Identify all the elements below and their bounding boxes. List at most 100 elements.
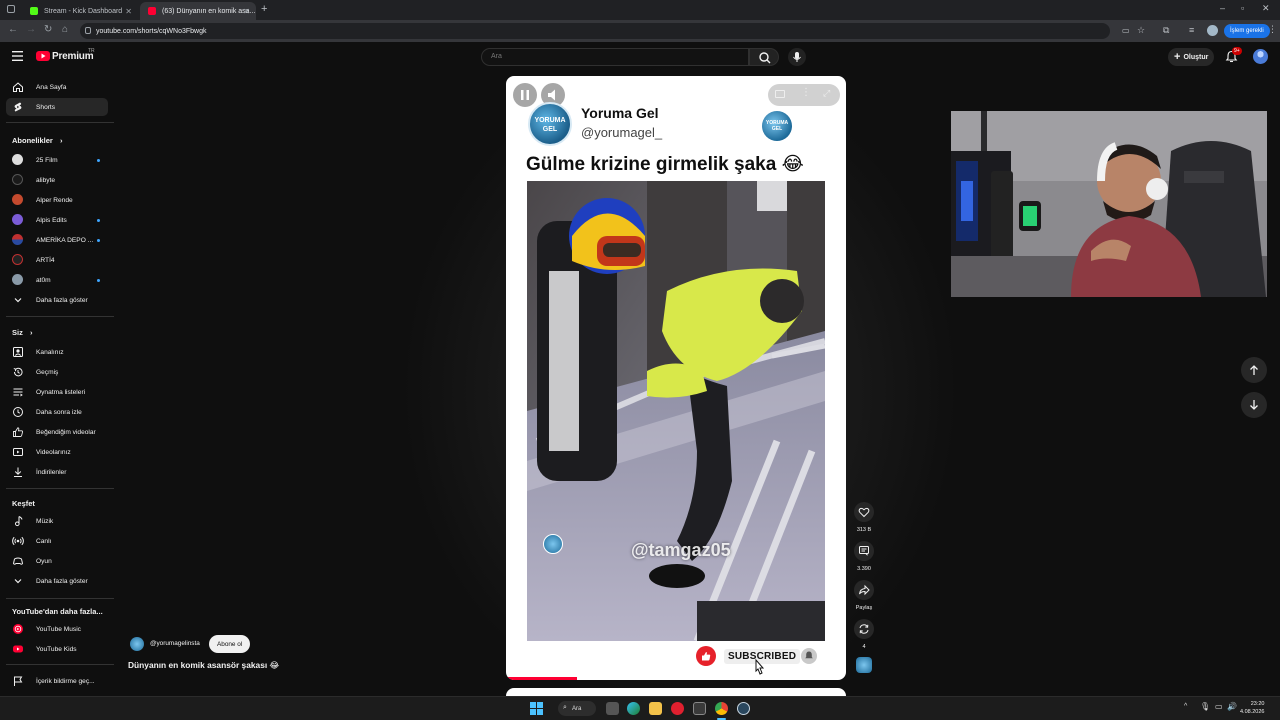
url-field[interactable]: youtube.com/shorts/cqWNo3Fbwgk ▭ ☆ <box>80 23 1145 39</box>
subscribe-button[interactable]: Abone ol <box>209 635 251 653</box>
network-icon[interactable]: ▭ <box>1215 702 1223 711</box>
youtube-logo-icon[interactable] <box>36 51 50 61</box>
extensions-icon[interactable]: ⧉ <box>1163 25 1169 36</box>
tab-youtube-short[interactable]: (63) Dünyanın en komik asa... ✕ <box>140 2 256 20</box>
sidebar-item-label: İçerik bildirme geç... <box>36 677 95 685</box>
bookmark-star-icon[interactable]: ☆ <box>1137 25 1145 36</box>
fullscreen-icon[interactable]: ⤢ <box>823 88 830 99</box>
channel-avatar <box>12 274 23 285</box>
comments-button[interactable] <box>854 541 874 561</box>
task-view-icon[interactable] <box>606 702 619 715</box>
menu-kebab-icon[interactable]: ⋮ <box>1268 24 1277 35</box>
sidebar-subscription-at0m[interactable]: at0m <box>6 271 108 289</box>
sidebar-subscription-alibyte[interactable]: alibyte <box>6 171 108 189</box>
sidebar-item-gaming[interactable]: Oyun <box>6 552 108 570</box>
sidebar: Ana Sayfa Shorts Abonelikler › 25 Film a… <box>0 72 118 696</box>
address-bar-row: ← → ↻ ⌂ youtube.com/shorts/cqWNo3Fbwgk ▭… <box>0 20 1280 42</box>
sidebar-subscription-arti4[interactable]: ARTİ4 <box>6 251 108 269</box>
volume-tray-icon[interactable]: 🔊 <box>1227 702 1237 711</box>
clock-icon <box>13 407 23 417</box>
channel-avatar[interactable] <box>130 637 144 651</box>
sidebar-item-live[interactable]: Canlı <box>6 532 108 550</box>
sidebar-item-playlists[interactable]: Oynatma listeleri <box>6 383 108 401</box>
subscriptions-heading[interactable]: Abonelikler › <box>12 136 62 145</box>
short-player[interactable]: ⋮ ⤢ YORUMA GEL Yoruma Gel @yorumagel_ YO… <box>506 76 846 680</box>
like-button[interactable] <box>854 502 874 522</box>
comment-count: 3.390 <box>857 566 871 572</box>
sidebar-item-your-channel[interactable]: Kanalınız <box>6 343 108 361</box>
arrow-up-icon <box>1250 365 1258 375</box>
sidebar-item-watch-later[interactable]: Daha sonra izle <box>6 403 108 421</box>
video-frame[interactable]: @tamgaz05 <box>527 181 825 641</box>
home-icon[interactable]: ⌂ <box>62 24 68 35</box>
thumbs-up-icon <box>13 427 24 437</box>
hamburger-menu-icon[interactable] <box>12 51 23 61</box>
taskbar-search[interactable]: ⌕ Ara <box>558 701 596 716</box>
share-button[interactable] <box>854 580 874 600</box>
profile-status-button[interactable]: İşlem gerekli <box>1224 24 1270 38</box>
back-icon[interactable]: ← <box>8 24 18 35</box>
sidebar-subscription-25-film[interactable]: 25 Film <box>6 151 108 169</box>
app-icon[interactable] <box>693 702 706 715</box>
tray-chevron-icon[interactable]: ^ <box>1184 703 1187 710</box>
minimize-button[interactable]: – <box>1220 3 1225 13</box>
opera-icon[interactable] <box>671 702 684 715</box>
create-button[interactable]: + Oluştur <box>1168 48 1214 66</box>
card-channel-logo: YORUMA GEL <box>528 102 572 146</box>
tab-kick-dashboard[interactable]: Stream - Kick Dashboard ✕ <box>22 2 138 20</box>
more-options-icon[interactable]: ⋮ <box>801 87 811 98</box>
forward-icon[interactable]: → <box>26 24 36 35</box>
sidebar-item-shorts[interactable]: Shorts <box>6 98 108 116</box>
sidebar-explore-show-more[interactable]: Daha fazla göster <box>6 572 108 590</box>
sidebar-show-more[interactable]: Daha fazla göster <box>6 291 108 309</box>
file-explorer-icon[interactable] <box>649 702 662 715</box>
pause-button[interactable] <box>513 83 537 107</box>
sidebar-item-youtube-kids[interactable]: YouTube Kids <box>6 640 108 658</box>
site-info-icon[interactable] <box>85 27 91 34</box>
elevator-scene-image <box>527 181 825 641</box>
share-label: Paylaş <box>855 605 873 611</box>
microphone-tray-icon[interactable]: 🎙 <box>1200 702 1210 711</box>
edge-icon[interactable] <box>627 702 640 715</box>
clock-date: 4.08.2026 <box>1240 709 1265 715</box>
new-tab-button[interactable]: + <box>261 3 267 15</box>
channel-handle[interactable]: @yorumagelinsta <box>150 640 200 647</box>
video-progress-bar[interactable] <box>506 677 578 680</box>
media-icon[interactable]: ≡ <box>1189 25 1194 35</box>
next-short-button[interactable] <box>1241 392 1267 418</box>
windows-start-icon[interactable] <box>530 702 543 715</box>
short-title: Dünyanın en komik asansör şakası 😂 <box>128 660 280 670</box>
sidebar-item-report-history[interactable]: İçerik bildirme geç... <box>6 672 108 690</box>
close-tab-icon[interactable]: ✕ <box>125 7 132 16</box>
previous-short-button[interactable] <box>1241 357 1267 383</box>
sidebar-subscription-alper-rende[interactable]: Alper Rende <box>6 191 108 209</box>
profile-avatar[interactable] <box>1207 25 1218 36</box>
mouse-cursor-icon <box>755 659 765 675</box>
tab-search-icon[interactable] <box>7 5 15 13</box>
reload-icon[interactable]: ↻ <box>44 24 52 35</box>
account-avatar[interactable] <box>1253 49 1268 64</box>
taskbar-clock[interactable]: 23:20 4.08.2026 <box>1240 700 1264 716</box>
sidebar-item-history[interactable]: Geçmiş <box>6 363 108 381</box>
you-heading[interactable]: Siz › <box>12 328 32 337</box>
maximize-button[interactable]: ▫ <box>1241 3 1244 13</box>
taskbar-search-label: Ara <box>572 705 582 712</box>
sidebar-item-youtube-music[interactable]: YouTube Music <box>6 620 108 638</box>
sidebar-subscription-amerika-depo[interactable]: AMERİKA DEPO ... <box>6 231 108 249</box>
chrome-icon[interactable] <box>715 702 728 715</box>
steam-icon[interactable] <box>737 702 750 715</box>
close-window-button[interactable]: ✕ <box>1262 3 1270 14</box>
close-tab-icon[interactable]: ✕ <box>243 7 250 16</box>
sidebar-item-liked-videos[interactable]: Beğendiğim videolar <box>6 423 108 441</box>
sidebar-subscription-alpis-edits[interactable]: Alpis Edits <box>6 211 108 229</box>
cast-icon[interactable]: ▭ <box>1122 26 1130 35</box>
like-count: 313 B <box>856 527 872 533</box>
remix-button[interactable] <box>854 619 874 639</box>
sound-channel-thumbnail[interactable] <box>856 657 872 673</box>
captions-icon[interactable] <box>775 90 785 98</box>
sidebar-item-home[interactable]: Ana Sayfa <box>6 78 108 96</box>
sidebar-item-your-videos[interactable]: Videolarınız <box>6 443 108 461</box>
sidebar-item-music[interactable]: Müzik <box>6 512 108 530</box>
heart-icon <box>858 507 870 518</box>
sidebar-item-downloads[interactable]: İndirilenler <box>6 463 108 481</box>
